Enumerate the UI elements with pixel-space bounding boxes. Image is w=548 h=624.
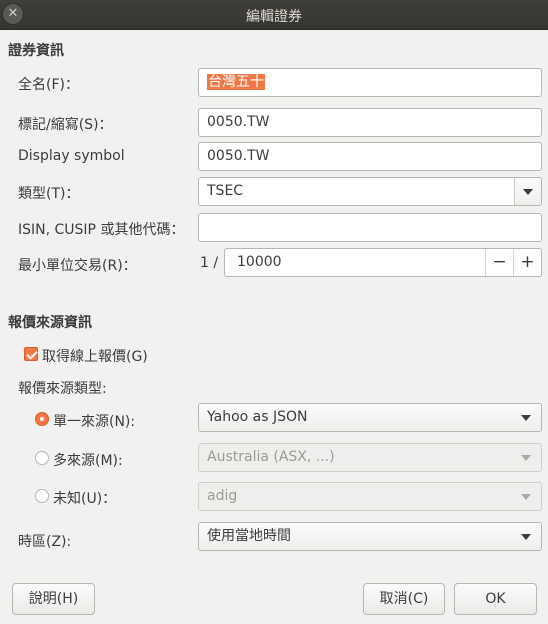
decrement-button[interactable]: − (485, 249, 513, 276)
unknown-source-radio[interactable] (35, 489, 49, 503)
increment-button[interactable]: + (513, 249, 541, 276)
timezone-select[interactable]: 使用當地時間 (198, 522, 542, 551)
isin-label: ISIN, CUSIP 或其他代碼： (18, 222, 185, 238)
source-type-label: 報價來源類型: (18, 381, 107, 397)
type-combo[interactable]: TSEC (198, 177, 542, 206)
min-unit-label: 最小單位交易(R)： (18, 258, 137, 274)
display-symbol-input[interactable]: 0050.TW (198, 142, 542, 171)
chevron-down-icon (521, 415, 531, 421)
single-source-radio[interactable] (35, 412, 49, 426)
help-button[interactable]: 說明(H) (12, 583, 95, 615)
quote-source-heading: 報價來源資訊 (8, 315, 92, 331)
ticker-input[interactable]: 0050.TW (198, 108, 542, 137)
multiple-source-value: Australia (ASX, ...) (207, 449, 335, 465)
chevron-down-icon (523, 189, 533, 195)
timezone-label: 時區(Z): (18, 534, 72, 550)
min-unit-spinner[interactable]: 10000 − + (224, 248, 542, 277)
ticker-label: 標記/縮寫(S)： (18, 117, 113, 133)
full-name-value: 台灣五十 (207, 74, 265, 90)
type-dropdown-button[interactable] (514, 178, 541, 205)
unknown-source-select[interactable]: adig (198, 482, 542, 511)
ok-button[interactable]: OK (454, 583, 537, 615)
get-online-quotes-checkbox[interactable] (24, 347, 38, 361)
unknown-source-label[interactable]: 未知(U)： (53, 488, 116, 508)
unknown-source-value: adig (207, 488, 238, 504)
multiple-source-label[interactable]: 多來源(M): (53, 450, 123, 470)
min-unit-value[interactable]: 10000 (237, 249, 282, 276)
chevron-down-icon (521, 455, 531, 461)
multiple-source-radio[interactable] (35, 451, 49, 465)
window-title: 編輯證券 (246, 9, 302, 25)
chevron-down-icon (521, 494, 531, 500)
display-symbol-label: Display symbol (18, 148, 125, 164)
timezone-value: 使用當地時間 (207, 528, 291, 544)
cancel-button[interactable]: 取消(C) (363, 583, 445, 615)
min-unit-prefix: 1 / (200, 255, 219, 271)
full-name-input[interactable]: 台灣五十 (198, 68, 542, 97)
multiple-source-select[interactable]: Australia (ASX, ...) (198, 443, 542, 472)
single-source-label[interactable]: 單一來源(N): (53, 411, 135, 431)
type-label: 類型(T)： (18, 186, 80, 202)
type-value: TSEC (207, 183, 244, 199)
full-name-label: 全名(F)： (18, 77, 79, 93)
get-online-quotes-label[interactable]: 取得線上報價(G) (42, 346, 148, 366)
single-source-value: Yahoo as JSON (207, 409, 308, 425)
isin-input[interactable] (198, 213, 542, 242)
chevron-down-icon (521, 534, 531, 540)
title-bar: ✕ 編輯證券 (0, 0, 548, 30)
security-info-heading: 證券資訊 (8, 43, 64, 59)
single-source-select[interactable]: Yahoo as JSON (198, 403, 542, 432)
